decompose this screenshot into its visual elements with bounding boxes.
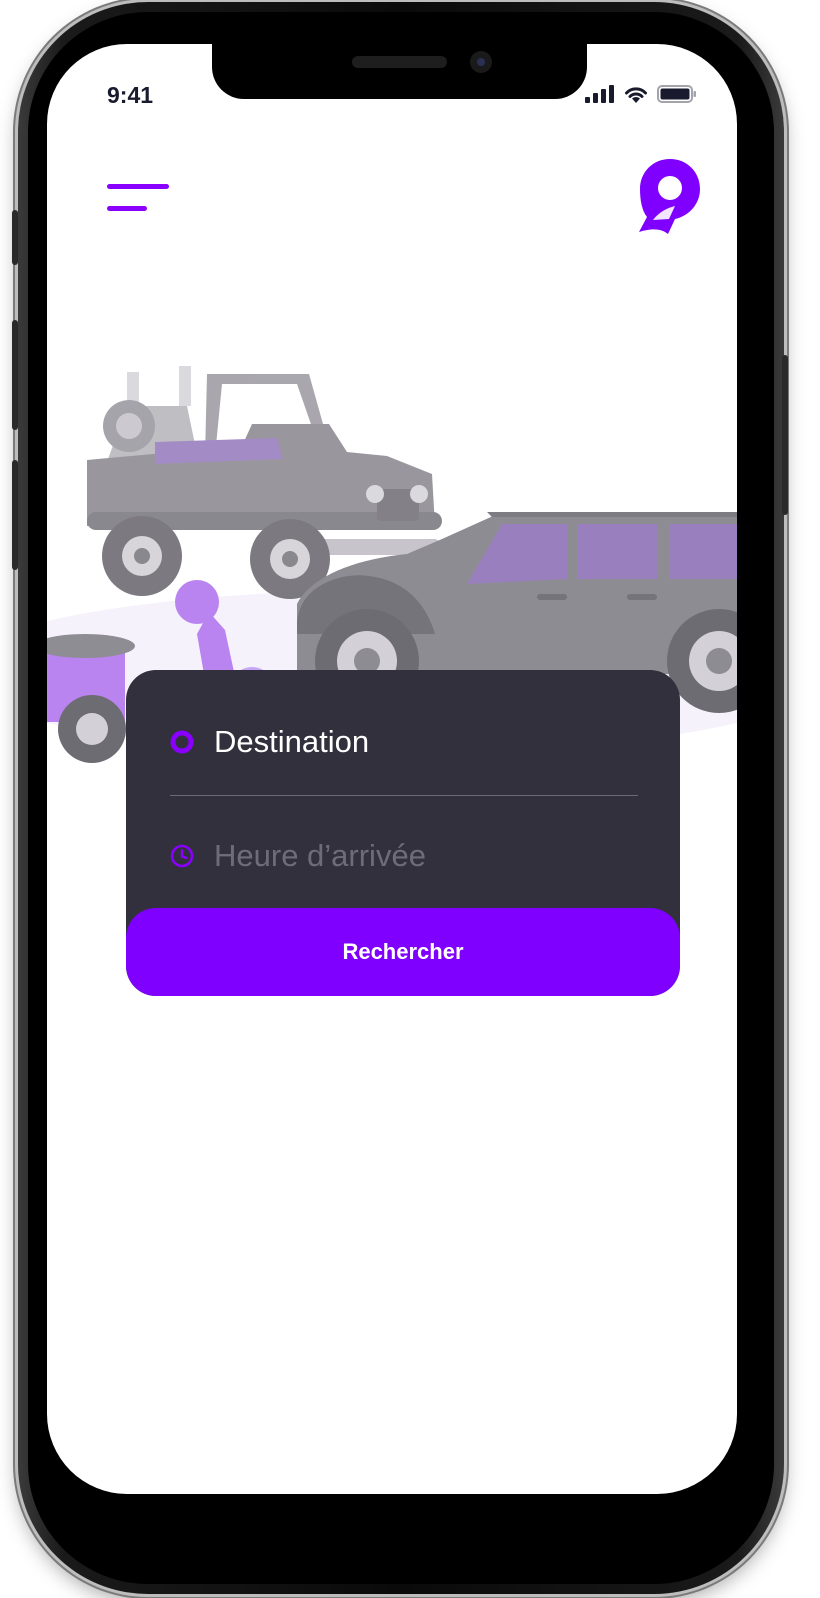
side-button-volume-down: [12, 460, 18, 570]
hamburger-menu-icon[interactable]: [107, 184, 169, 216]
arrival-time-placeholder: Heure d’arrivée: [214, 838, 426, 873]
menu-line-bottom: [107, 206, 147, 211]
side-button-mute: [12, 210, 18, 265]
front-camera: [470, 51, 492, 73]
signal-icon: [585, 85, 614, 103]
field-divider: [170, 795, 638, 796]
location-dot-icon: [170, 730, 194, 754]
side-button-volume-up: [12, 320, 18, 430]
search-card: Destination Heure d’arrivée Rechercher: [126, 670, 680, 996]
status-icons: [585, 84, 697, 104]
arrival-time-field[interactable]: Heure d’arrivée: [170, 838, 426, 874]
destination-placeholder: Destination: [214, 724, 370, 759]
battery-icon: [657, 85, 696, 103]
wifi-icon: [625, 87, 647, 103]
notch: [212, 44, 587, 99]
status-time: 9:41: [107, 82, 154, 108]
destination-field[interactable]: Destination: [170, 724, 369, 760]
app-screen: 9:41 Destination Heure d’arrivée Recherc…: [47, 44, 737, 1494]
location-pin-logo: [639, 159, 700, 234]
side-button-power: [782, 355, 788, 515]
clock-icon: [170, 844, 194, 868]
menu-line-top: [107, 184, 169, 189]
speaker-grille: [352, 56, 447, 68]
search-button[interactable]: Rechercher: [126, 908, 680, 996]
